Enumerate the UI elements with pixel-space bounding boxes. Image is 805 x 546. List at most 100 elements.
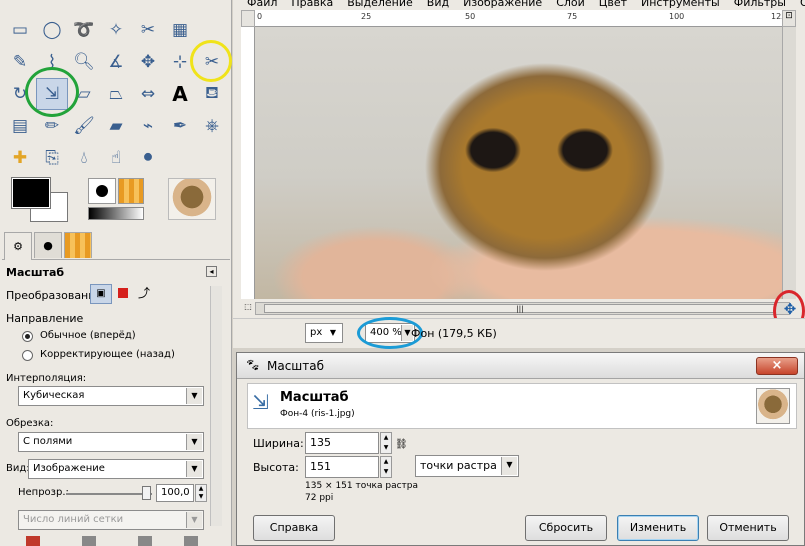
scissors-icon[interactable]: ✂	[132, 14, 164, 46]
layer-thumbnail	[756, 388, 790, 424]
color-select-icon[interactable]: ▦	[164, 14, 196, 46]
lasso-icon[interactable]: ➰	[68, 14, 100, 46]
crop-icon[interactable]: ✂	[190, 40, 232, 82]
tab-patterns[interactable]	[64, 232, 92, 258]
ink-icon[interactable]: ✒	[164, 110, 196, 142]
transform-layer-icon[interactable]: ▣	[90, 284, 112, 304]
active-image-thumbnail[interactable]	[168, 178, 216, 220]
menu-edit[interactable]: Правка	[291, 0, 333, 10]
smudge-icon[interactable]: ☝	[100, 142, 132, 174]
scroll-thumb[interactable]: |||	[264, 304, 776, 313]
opacity-spin-buttons[interactable]: ▲ ▼	[195, 484, 207, 502]
loris-photo	[255, 27, 790, 299]
width-input[interactable]: 135	[305, 432, 379, 454]
ruler-tick: 100	[669, 12, 685, 21]
tool-options-scrollbar[interactable]	[210, 286, 222, 526]
chevron-down-icon: ▼	[186, 461, 202, 477]
move-icon[interactable]: ✥	[132, 46, 164, 78]
measure-icon[interactable]: ∡	[100, 46, 132, 78]
bottom-icon-delete[interactable]	[138, 536, 152, 546]
gradient-preview[interactable]	[88, 207, 144, 220]
menu-layers[interactable]: Слои	[556, 0, 585, 10]
fg-bg-colors[interactable]	[11, 177, 70, 222]
direction-forward-label: Обычное (вперёд)	[40, 330, 136, 341]
clipping-value: С полями	[23, 436, 73, 447]
unit-select[interactable]: px ▼	[305, 323, 343, 343]
bottom-icon-save[interactable]	[26, 536, 40, 546]
perspective-clone-icon[interactable]: ⎘	[36, 142, 68, 174]
dodge-burn-icon[interactable]: ⚫	[132, 142, 164, 174]
blur-icon[interactable]: 💧︎	[68, 142, 100, 174]
bottom-icon-restore[interactable]	[82, 536, 96, 546]
zoom-icon[interactable]: 🔍︎	[68, 46, 100, 78]
transform-selection-icon[interactable]	[118, 288, 128, 298]
clone-icon[interactable]: ⎈	[196, 110, 228, 142]
interpolation-select[interactable]: Кубическая ▼	[18, 386, 204, 406]
opacity-input[interactable]: 100,0	[156, 484, 194, 502]
pattern-preview[interactable]	[118, 178, 144, 204]
menu-file[interactable]: Файл	[247, 0, 277, 10]
help-button[interactable]: Справка	[253, 515, 335, 541]
quick-mask-corner[interactable]	[241, 10, 255, 27]
ellipse-select-icon[interactable]: ◯	[36, 14, 68, 46]
direction-forward-radio[interactable]	[22, 331, 33, 342]
perspective-icon[interactable]: ⏢	[100, 78, 132, 110]
transform-path-icon[interactable]: ⤴	[138, 284, 156, 302]
fuzzy-select-icon[interactable]: ✧	[100, 14, 132, 46]
chevron-down-icon: ▼	[186, 434, 202, 450]
rect-select-icon[interactable]: ▭	[4, 14, 36, 46]
unit-value: px	[310, 327, 323, 338]
height-spin-buttons[interactable]: ▲ ▼	[380, 456, 392, 478]
unit-dropdown[interactable]: точки растра ▼	[415, 455, 519, 477]
text-icon[interactable]: A	[164, 78, 196, 110]
heal-icon[interactable]: ✚	[4, 142, 36, 174]
grid-lines-select: Число линий сетки ▼	[18, 510, 204, 530]
canvas-horizontal-scrollbar[interactable]: |||	[255, 302, 790, 315]
image-canvas[interactable]	[255, 27, 790, 299]
scale-dialog: 🐾︎ Масштаб × ⇲ Масштаб Фон-4 (ris-1.jpg)…	[236, 352, 805, 546]
menu-colors[interactable]: Цвет	[599, 0, 627, 10]
direction-backward-radio[interactable]	[22, 350, 33, 361]
paintbrush-icon[interactable]: 🖌︎	[68, 110, 100, 142]
toolbox-panel: ▭ ◯ ➰ ✧ ✂ ▦ ✎ ⌇ 🔍︎ ∡ ✥ ⊹ ✂ ↻ ⇲ ▱ ⏢ ⇔ A ⛾…	[0, 0, 232, 546]
direction-backward-label: Корректирующее (назад)	[40, 349, 175, 360]
cancel-button[interactable]: Отменить	[707, 515, 789, 541]
menu-view[interactable]: Вид	[427, 0, 449, 10]
tab-tool-options[interactable]: ⚙	[4, 232, 32, 260]
paths-icon[interactable]: ✎	[4, 46, 36, 78]
zoom-fit-icon[interactable]: ⊡	[782, 10, 796, 27]
chevron-down-icon: ▼	[329, 328, 337, 337]
eraser-icon[interactable]: ▰	[100, 110, 132, 142]
dock-tabs: ⚙ ●	[2, 232, 230, 260]
clipping-select[interactable]: С полями ▼	[18, 432, 204, 452]
chain-link-icon[interactable]: ⛓	[395, 435, 408, 475]
menu-select[interactable]: Выделение	[347, 0, 413, 10]
scale-button[interactable]: Изменить	[617, 515, 699, 541]
navigate-corner-icon[interactable]: ⬚	[241, 302, 255, 315]
menu-bar: Файл Правка Выделение Вид Изображение Сл…	[233, 0, 805, 10]
menu-windows[interactable]: Ок	[800, 0, 805, 10]
blend-icon[interactable]: ▤	[4, 110, 36, 142]
ruler-tick: 75	[567, 12, 578, 21]
opacity-slider[interactable]	[66, 493, 152, 495]
close-button[interactable]: ×	[756, 357, 798, 375]
reset-button[interactable]: Сбросить	[525, 515, 607, 541]
foreground-color-swatch[interactable]	[11, 177, 51, 209]
airbrush-icon[interactable]: ⌁	[132, 110, 164, 142]
menu-image[interactable]: Изображение	[463, 0, 542, 10]
flip-icon[interactable]: ⇔	[132, 78, 164, 110]
view-select[interactable]: Изображение ▼	[28, 459, 204, 479]
panel-menu-button[interactable]: ◂	[206, 266, 217, 277]
menu-tools[interactable]: Инструменты	[641, 0, 720, 10]
width-spin-buttons[interactable]: ▲ ▼	[380, 432, 392, 454]
gimp-icon: 🐾︎	[245, 358, 261, 372]
tab-brushes[interactable]: ●	[34, 232, 62, 258]
bottom-icon-reset[interactable]	[184, 536, 198, 546]
scale-tool-icon[interactable]: ⇲	[25, 67, 79, 117]
brush-preview[interactable]	[88, 178, 116, 204]
menu-filters[interactable]: Фильтры	[734, 0, 786, 10]
canvas-vertical-scrollbar[interactable]	[782, 27, 796, 299]
bucket-fill-icon[interactable]: ⛾	[196, 78, 228, 110]
opacity-slider-handle[interactable]	[142, 486, 151, 500]
height-input[interactable]: 151	[305, 456, 379, 478]
